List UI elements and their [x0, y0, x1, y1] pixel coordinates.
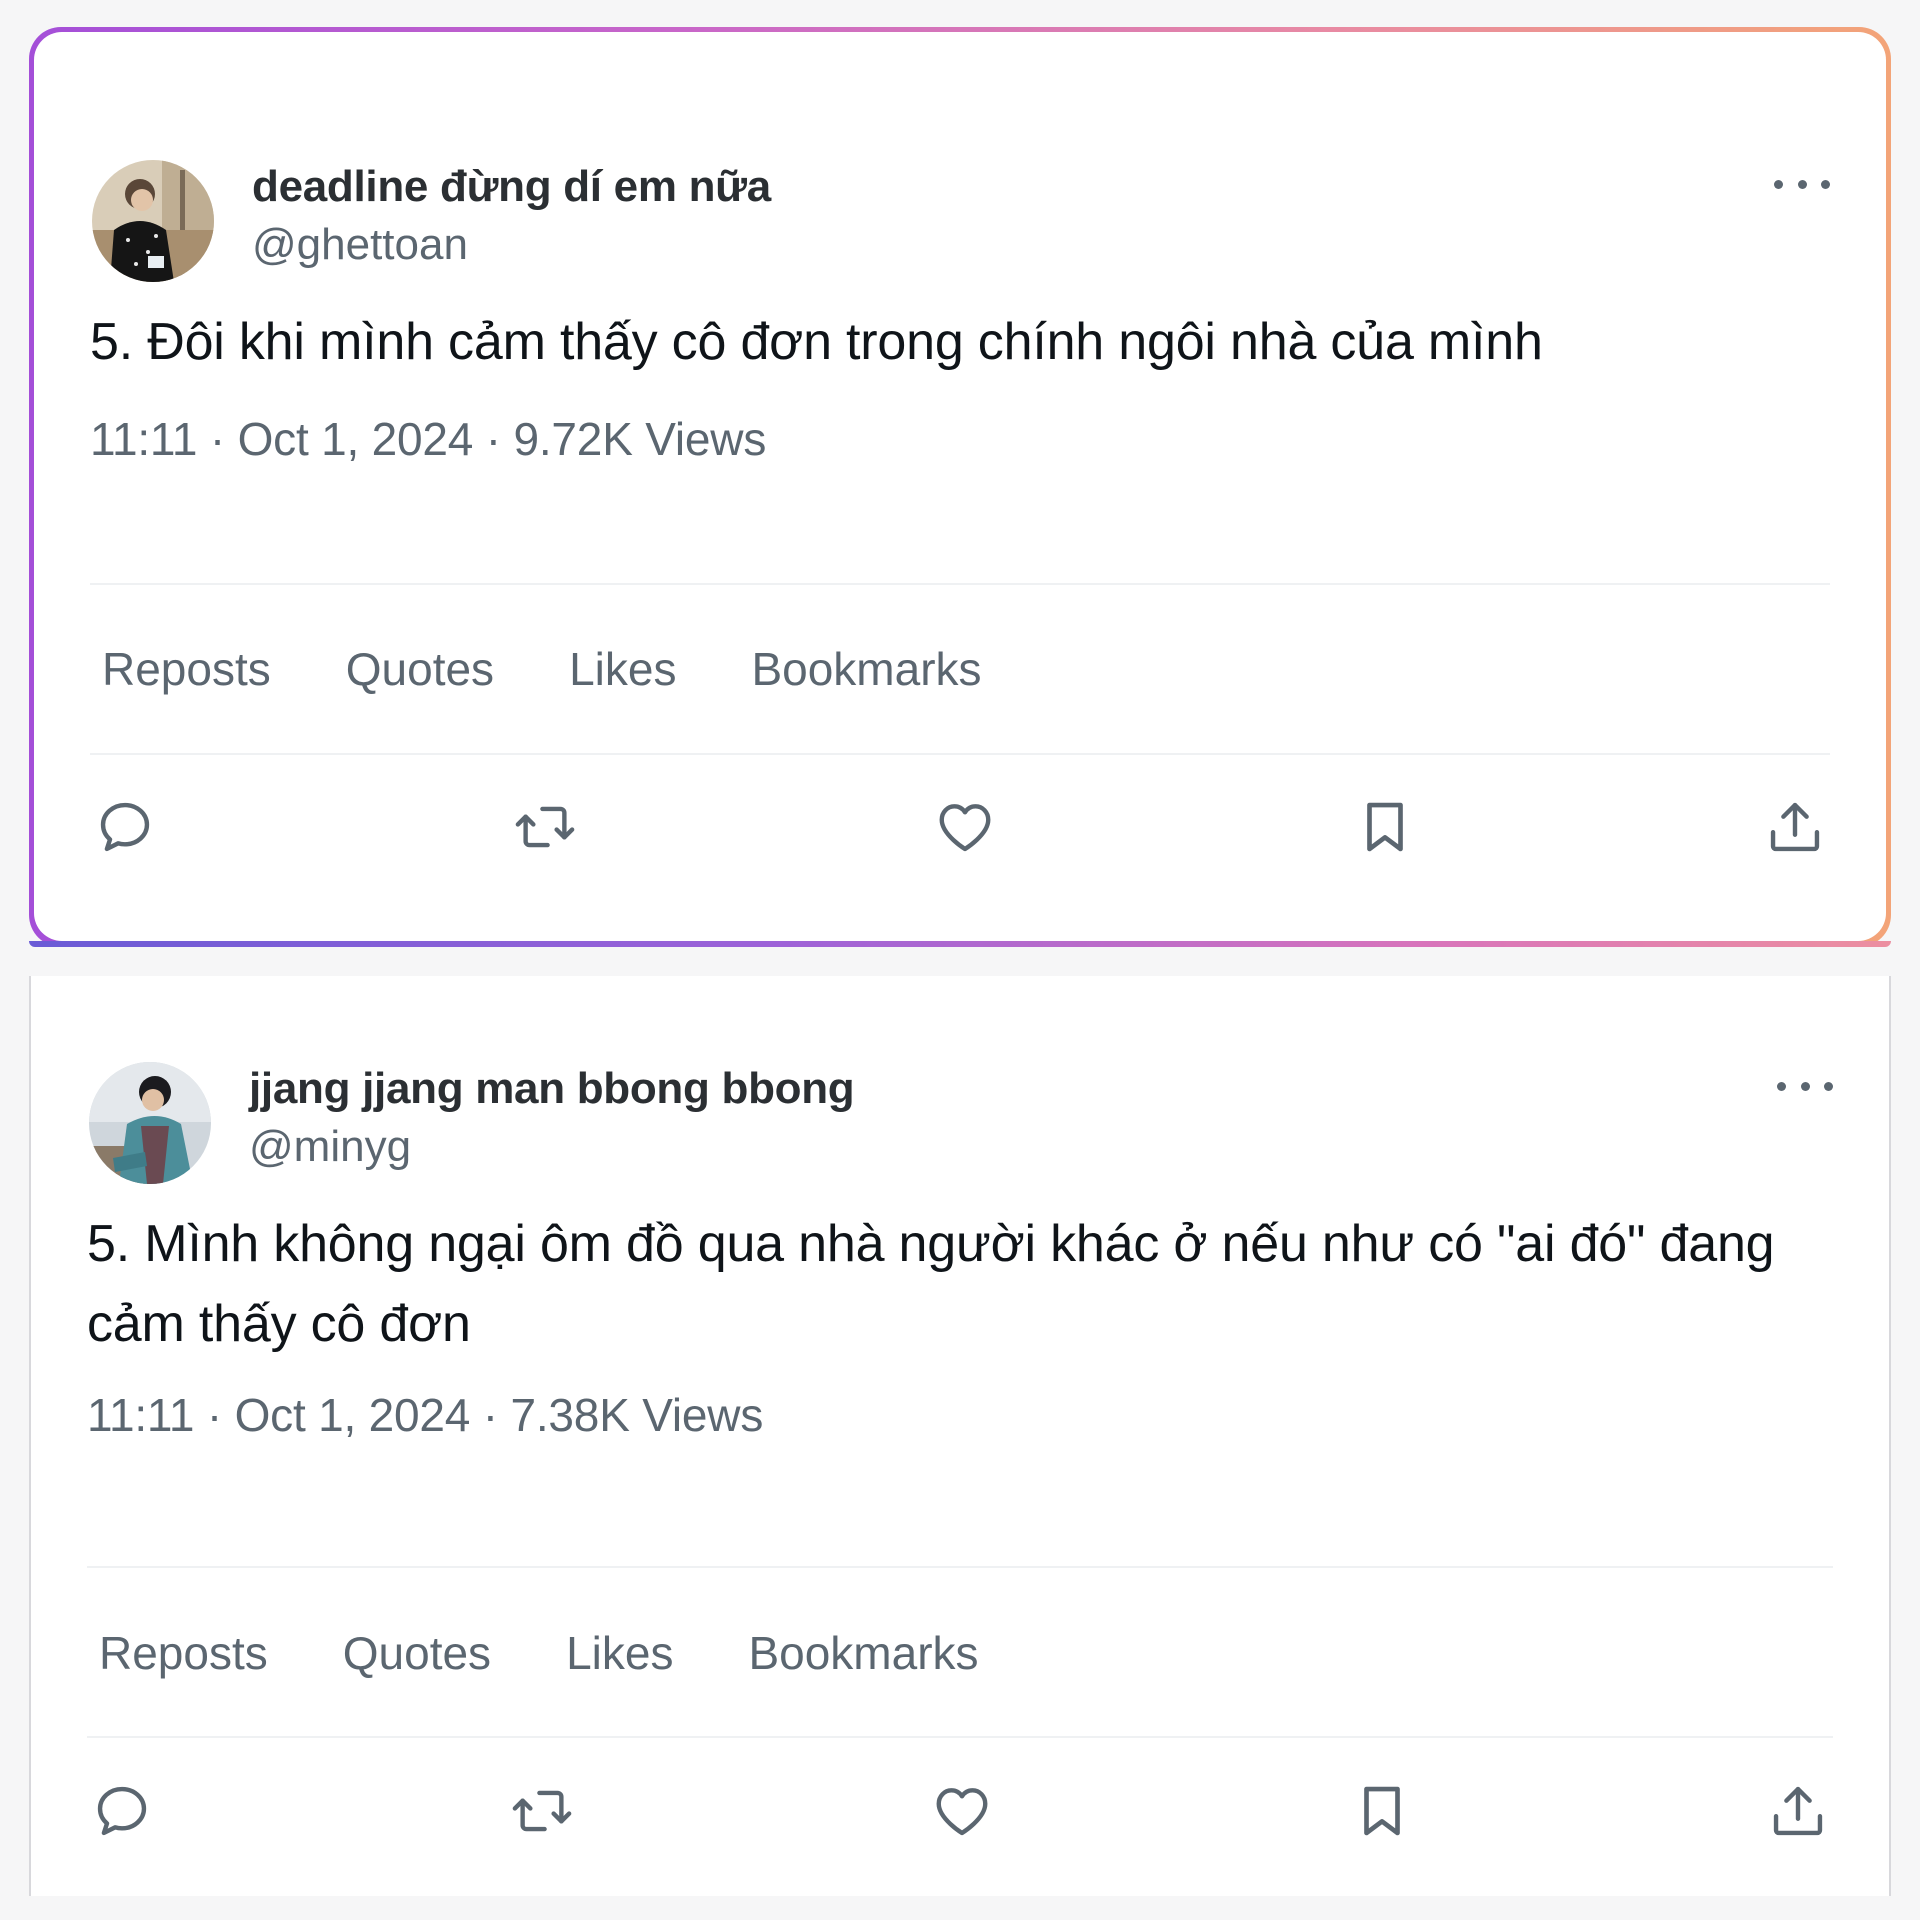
divider [87, 1736, 1833, 1738]
dot [1797, 179, 1807, 189]
heart-icon [939, 804, 991, 852]
reply-button[interactable] [90, 792, 160, 862]
stat-quotes[interactable]: Quotes [346, 642, 494, 696]
stat-likes[interactable]: Likes [569, 642, 676, 696]
bookmark-button[interactable] [1347, 1776, 1417, 1846]
tweet-2: jjang jjang man bbong bbong @minyg 5. Mì… [87, 976, 1833, 1896]
display-name[interactable]: deadline đừng dí em nữa [252, 162, 771, 212]
share-icon [1770, 802, 1820, 852]
tweet-meta[interactable]: 11:11 · Oct 1, 2024 · 9.72K Views [90, 412, 766, 466]
repost-button[interactable] [507, 1776, 577, 1846]
repost-icon [515, 806, 575, 848]
avatar-image [92, 160, 214, 282]
avatar-image [89, 1062, 211, 1184]
engagement-stats: Reposts Quotes Likes Bookmarks [99, 1626, 1054, 1680]
divider [90, 583, 1830, 585]
tweet-card-1: deadline đừng dí em nữa @ghettoan 5. Đôi… [34, 32, 1886, 941]
engagement-stats: Reposts Quotes Likes Bookmarks [102, 642, 1057, 696]
username-handle[interactable]: @ghettoan [252, 220, 468, 270]
stat-quotes[interactable]: Quotes [343, 1626, 491, 1680]
stat-bookmarks[interactable]: Bookmarks [748, 1626, 978, 1680]
divider [87, 1566, 1833, 1568]
avatar[interactable] [89, 1062, 211, 1184]
divider [90, 753, 1830, 755]
bookmark-icon [1367, 802, 1403, 852]
bookmark-button[interactable] [1350, 792, 1420, 862]
reply-icon [97, 1786, 147, 1836]
stat-reposts[interactable]: Reposts [102, 642, 271, 696]
tweet-card-2: jjang jjang man bbong bbong @minyg 5. Mì… [29, 976, 1891, 1896]
display-name[interactable]: jjang jjang man bbong bbong [249, 1064, 855, 1114]
repost-icon [512, 1790, 572, 1832]
tweet-1: deadline đừng dí em nữa @ghettoan 5. Đôi… [90, 32, 1830, 941]
share-button[interactable] [1763, 1776, 1833, 1846]
action-bar [87, 1776, 1833, 1846]
like-button[interactable] [927, 1776, 997, 1846]
action-bar [90, 792, 1830, 862]
dot [1824, 1081, 1833, 1091]
tweet-text: 5. Mình không ngại ôm đồ qua nhà người k… [87, 1215, 1775, 1353]
like-button[interactable] [930, 792, 1000, 862]
bookmark-icon [1364, 1786, 1400, 1836]
stat-bookmarks[interactable]: Bookmarks [751, 642, 981, 696]
dot [1774, 179, 1783, 189]
reply-button[interactable] [87, 1776, 157, 1846]
dot [1821, 179, 1830, 189]
username-handle[interactable]: @minyg [249, 1122, 411, 1172]
tweet-meta[interactable]: 11:11 · Oct 1, 2024 · 7.38K Views [87, 1388, 763, 1442]
reply-icon [100, 802, 150, 852]
stat-reposts[interactable]: Reposts [99, 1626, 268, 1680]
tweet-card-1-frame: deadline đừng dí em nữa @ghettoan 5. Đôi… [29, 27, 1891, 947]
repost-button[interactable] [510, 792, 580, 862]
share-button[interactable] [1760, 792, 1830, 862]
avatar[interactable] [92, 160, 214, 282]
more-horizontal-icon[interactable] [1774, 174, 1830, 194]
dot [1777, 1081, 1786, 1091]
stat-likes[interactable]: Likes [566, 1626, 673, 1680]
more-horizontal-icon[interactable] [1777, 1076, 1833, 1096]
heart-icon [936, 1788, 988, 1836]
tweet-text: 5. Đôi khi mình cảm thấy cô đơn trong ch… [90, 313, 1543, 371]
dot [1800, 1081, 1810, 1091]
share-icon [1773, 1786, 1823, 1836]
